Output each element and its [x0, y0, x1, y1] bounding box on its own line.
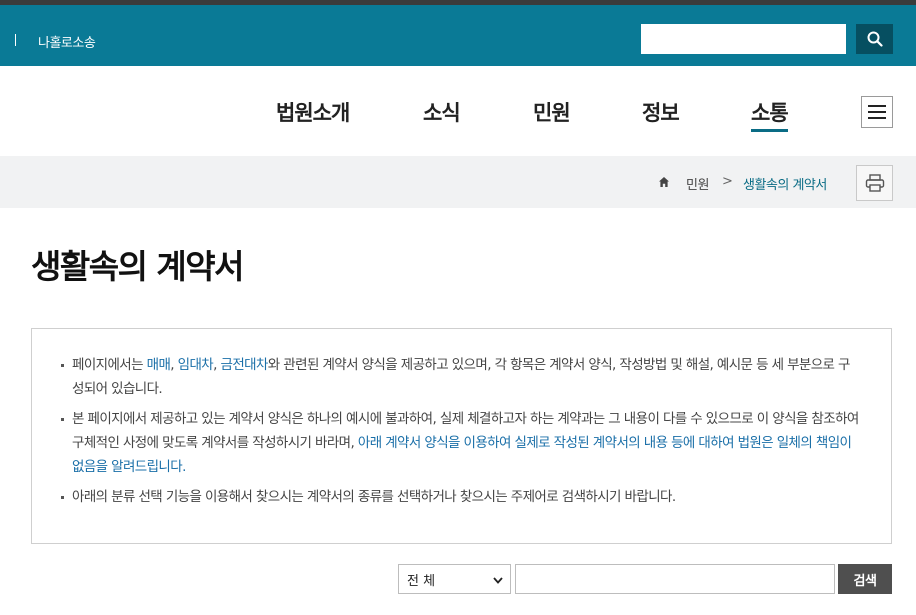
chevron-down-icon [493, 577, 503, 584]
site-search-button[interactable] [856, 24, 893, 54]
highlight-lease: 임대차 [177, 357, 214, 373]
print-button[interactable] [856, 165, 893, 201]
nav-item-court-intro[interactable]: 법원소개 [276, 97, 350, 127]
notice-item: 본 페이지에서 제공하고 있는 계약서 양식은 하나의 예시에 불과하여, 실제… [60, 407, 861, 479]
site-search-input[interactable] [641, 24, 846, 54]
chevron-right-icon: > [722, 174, 733, 189]
search-icon [867, 31, 883, 47]
home-icon[interactable] [658, 176, 670, 188]
keyword-input[interactable] [515, 564, 835, 594]
notice-list: 페이지에서는 매매, 임대차, 금전대차와 관련된 계약서 양식을 제공하고 있… [60, 353, 861, 509]
notice-item: 아래의 분류 선택 기능을 이용해서 찾으시는 계약서의 종류를 선택하거나 찾… [60, 485, 861, 509]
highlight-sale: 매매 [146, 357, 171, 373]
main-navigation: 법원소개 소식 민원 정보 소통 [0, 66, 916, 156]
printer-icon [865, 174, 884, 192]
category-selected-value: 전 체 [407, 573, 436, 589]
notice-box: 페이지에서는 매매, 임대차, 금전대차와 관련된 계약서 양식을 제공하고 있… [31, 328, 892, 544]
hamburger-menu-button[interactable] [861, 96, 893, 128]
breadcrumb-current[interactable]: 생활속의 계약서 [743, 174, 827, 193]
contract-search-bar: 전 체 검색 [0, 564, 916, 594]
hamburger-menu-icon [868, 105, 886, 107]
page-title: 생활속의 계약서 [31, 247, 245, 286]
nav-item-civil-service[interactable]: 민원 [533, 97, 571, 127]
nav-item-news[interactable]: 소식 [423, 97, 461, 127]
divider [15, 34, 16, 46]
nav-item-communication[interactable]: 소통 [751, 97, 789, 132]
category-select[interactable]: 전 체 [398, 564, 511, 594]
highlight-loan: 금전대차 [220, 357, 269, 373]
self-litigation-link[interactable]: 나홀로소송 [38, 32, 96, 51]
breadcrumb-item-civil-service[interactable]: 민원 [686, 174, 709, 193]
search-submit-button[interactable]: 검색 [838, 564, 892, 594]
notice-item: 페이지에서는 매매, 임대차, 금전대차와 관련된 계약서 양식을 제공하고 있… [60, 353, 861, 401]
breadcrumb: 민원 > 생활속의 계약서 [0, 156, 916, 208]
nav-item-information[interactable]: 정보 [642, 97, 680, 127]
utility-bar: 나홀로소송 [0, 5, 916, 66]
